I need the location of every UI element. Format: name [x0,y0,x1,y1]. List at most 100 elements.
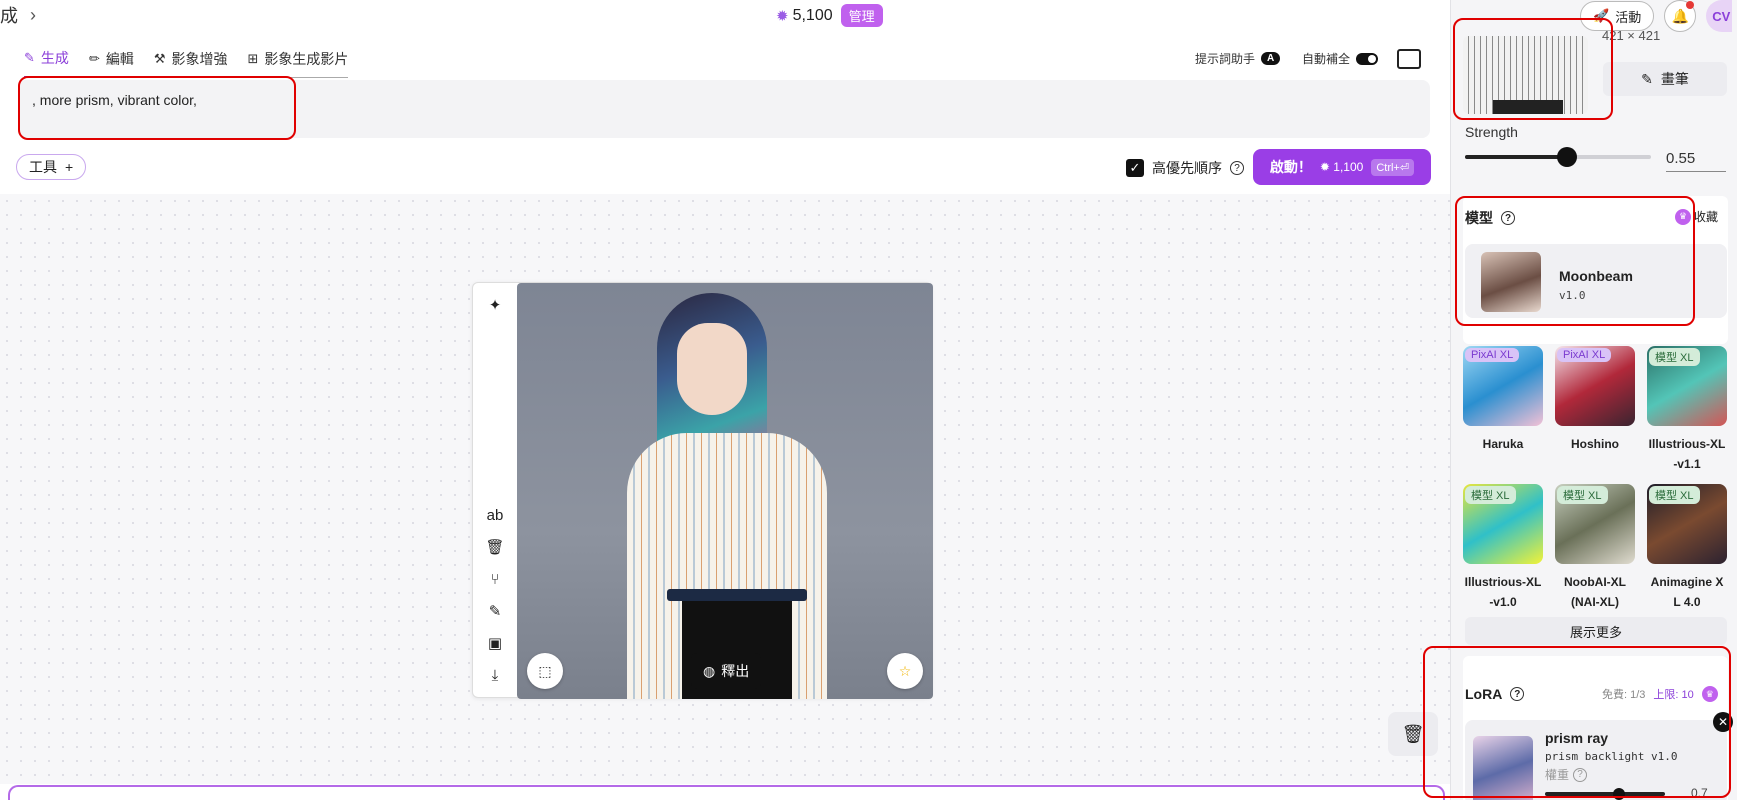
prompt-helper-toggle[interactable]: 提示詞助手 A [1195,50,1281,67]
star-icon[interactable]: ☆ [887,653,923,689]
model-option-thumbnail: 模型 XL [1647,484,1727,564]
activity-button[interactable]: 🚀 活動 [1580,1,1655,31]
tools-label: 工具 [29,159,57,175]
model-option-name: NoobAI-XL (NAI-XL) [1564,575,1626,609]
rocket-icon: 🚀 [1593,8,1610,23]
show-more-button[interactable]: 展示更多 [1465,617,1727,645]
tab-image-to-video[interactable]: ⊞ 影象生成影片 [247,48,349,78]
model-option-tag: PixAI XL [1557,348,1612,362]
model-option-name: Illustrious-XL -v1.0 [1464,575,1542,609]
publish-button[interactable]: ◍ 釋出 [691,653,762,689]
model-option-tag: PixAI XL [1465,348,1520,362]
autocomplete-switch[interactable] [1356,52,1379,65]
crown-icon[interactable]: ♛ [1701,686,1718,702]
model-option-tag: 模型 XL [1649,348,1700,366]
model-option[interactable]: 模型 XL NoobAI-XL (NAI-XL) [1555,484,1635,612]
launch-cost-value: 1,100 [1333,160,1364,174]
generated-image[interactable]: ⬚ ◍ 釋出 ☆ [517,283,933,699]
tab-enhance[interactable]: ⚒ 影象增強 [154,48,228,78]
priority-checkbox[interactable]: ✓ [1126,159,1144,177]
text-abc-icon[interactable]: ab [485,505,505,525]
help-icon[interactable]: ? [1510,687,1525,701]
globe-icon: ◍ [703,662,716,679]
branch-icon[interactable]: ⑂ [485,569,505,589]
help-icon[interactable]: ? [1573,767,1588,782]
publish-label: 釋出 [721,663,750,679]
bottom-input-edge [8,785,1445,800]
breadcrumb: 成 › [0,2,36,28]
launch-shortcut: Ctrl+⏎ [1371,158,1415,176]
lora-name: prism ray [1545,730,1609,746]
activity-label: 活動 [1615,9,1642,25]
crop-icon[interactable]: ⬚ [527,653,563,689]
card-toolbar: ✦ ab 🗑 ⑂ ✎ ▣ ⤓ [473,283,517,697]
model-option-tag: 模型 XL [1465,486,1516,504]
model-option[interactable]: 模型 XL Illustrious-XL -v1.1 [1647,346,1727,474]
admin-badge[interactable]: 管理 [840,4,883,27]
lightning-icon: ✹ [776,7,789,25]
credits-amount: 5,100 [792,6,833,24]
tab-edit[interactable]: ✏ 編輯 [89,48,134,78]
strength-slider[interactable] [1465,147,1651,167]
model-option-name: Haruka [1482,437,1524,451]
tab-generate-label: 生成 [40,50,69,66]
model-option-thumbnail: 模型 XL [1647,346,1727,426]
gallery-icon[interactable] [1397,49,1421,69]
top-bar: 成 › ✹ 5,100 管理 [0,0,1450,30]
model-option[interactable]: 模型 XL Animagine X L 4.0 [1647,484,1727,612]
pencil-icon[interactable]: ✎ [485,601,505,621]
image-add-icon[interactable]: ▣ [485,633,505,653]
model-version: v1.0 [1559,289,1586,302]
prompt-helper-label: 提示詞助手 [1195,52,1256,66]
priority-label: 高優先順序 [1152,160,1222,176]
trash-icon[interactable]: 🗑 [485,537,505,557]
help-icon[interactable]: ? [1501,211,1515,225]
autocomplete-toggle[interactable]: 自動補全 [1302,50,1379,67]
launch-cost: ✹ 1,100 [1319,160,1364,174]
download-icon[interactable]: ⤓ [485,665,505,685]
result-card: ✦ ab 🗑 ⑂ ✎ ▣ ⤓ ⬚ ◍ 釋出 ☆ [472,282,933,699]
bell-icon[interactable]: 🔔 [1664,0,1697,32]
launch-label: 啟動！ [1269,159,1312,175]
lora-weight-text: 權重 [1545,768,1570,782]
app-root: 成 › ✹ 5,100 管理 ✎ 生成 ✏ 編輯 ⚒ 影象增強 ⊞ 影象生成影片… [0,0,1737,800]
prompt-input[interactable]: , more prism, vibrant color, [18,80,1430,138]
help-icon[interactable]: ? [1230,161,1244,175]
breadcrumb-label[interactable]: 成 [0,2,18,28]
model-option[interactable]: 模型 XL Illustrious-XL -v1.0 [1463,484,1543,612]
strength-slider-fill [1465,155,1568,159]
chevron-right-icon[interactable]: › [30,5,36,26]
reference-image[interactable] [1463,36,1588,114]
model-thumbnail [1481,252,1541,312]
model-option-name: Animagine X L 4.0 [1650,575,1724,609]
model-option-tag: 模型 XL [1649,486,1700,504]
lora-weight-slider[interactable] [1545,792,1665,796]
tab-generate[interactable]: ✎ 生成 [24,48,69,78]
notification-dot [1686,1,1695,9]
launch-button[interactable]: 啟動！ ✹ 1,100 Ctrl+⏎ [1253,149,1431,185]
credits-display[interactable]: ✹ 5,100 管理 [776,4,883,27]
selected-model-card[interactable]: Moonbeam v1.0 [1465,244,1727,318]
strength-value-input[interactable]: 0.55 [1666,146,1726,172]
model-option[interactable]: PixAI XL Hoshino [1555,346,1635,454]
tools-button[interactable]: 工具 + [16,154,87,180]
pencil-icon: ✏ [88,51,100,66]
favorites-button[interactable]: ♛ 收藏 [1675,208,1718,225]
magic-wand-icon: ⚒ [153,51,166,66]
model-option-thumbnail: 模型 XL [1555,484,1635,564]
paint-button[interactable]: ✎ 畫筆 [1603,62,1727,96]
lora-weight-value[interactable]: 0.7 [1691,786,1708,800]
lora-weight-handle[interactable] [1613,788,1625,800]
sparkle-icon[interactable]: ✦ [485,295,505,315]
trash-icon[interactable]: 🗑 [1388,712,1438,756]
priority-option[interactable]: ✓ 高優先順序 ? [1126,158,1244,178]
avatar[interactable]: CV [1706,0,1733,32]
model-option[interactable]: PixAI XL Haruka [1463,346,1543,454]
close-icon[interactable]: ✕ [1713,712,1733,732]
lora-item[interactable]: prism ray prism backlight v1.0 權重 ? 0.7 [1465,720,1727,800]
tab-image-to-video-label: 影象生成影片 [264,50,349,67]
model-option-name: Illustrious-XL -v1.1 [1648,437,1726,471]
tab-enhance-label: 影象增強 [171,51,228,67]
lora-limit: 上限: 10 [1653,689,1694,701]
video-add-icon: ⊞ [247,50,259,66]
